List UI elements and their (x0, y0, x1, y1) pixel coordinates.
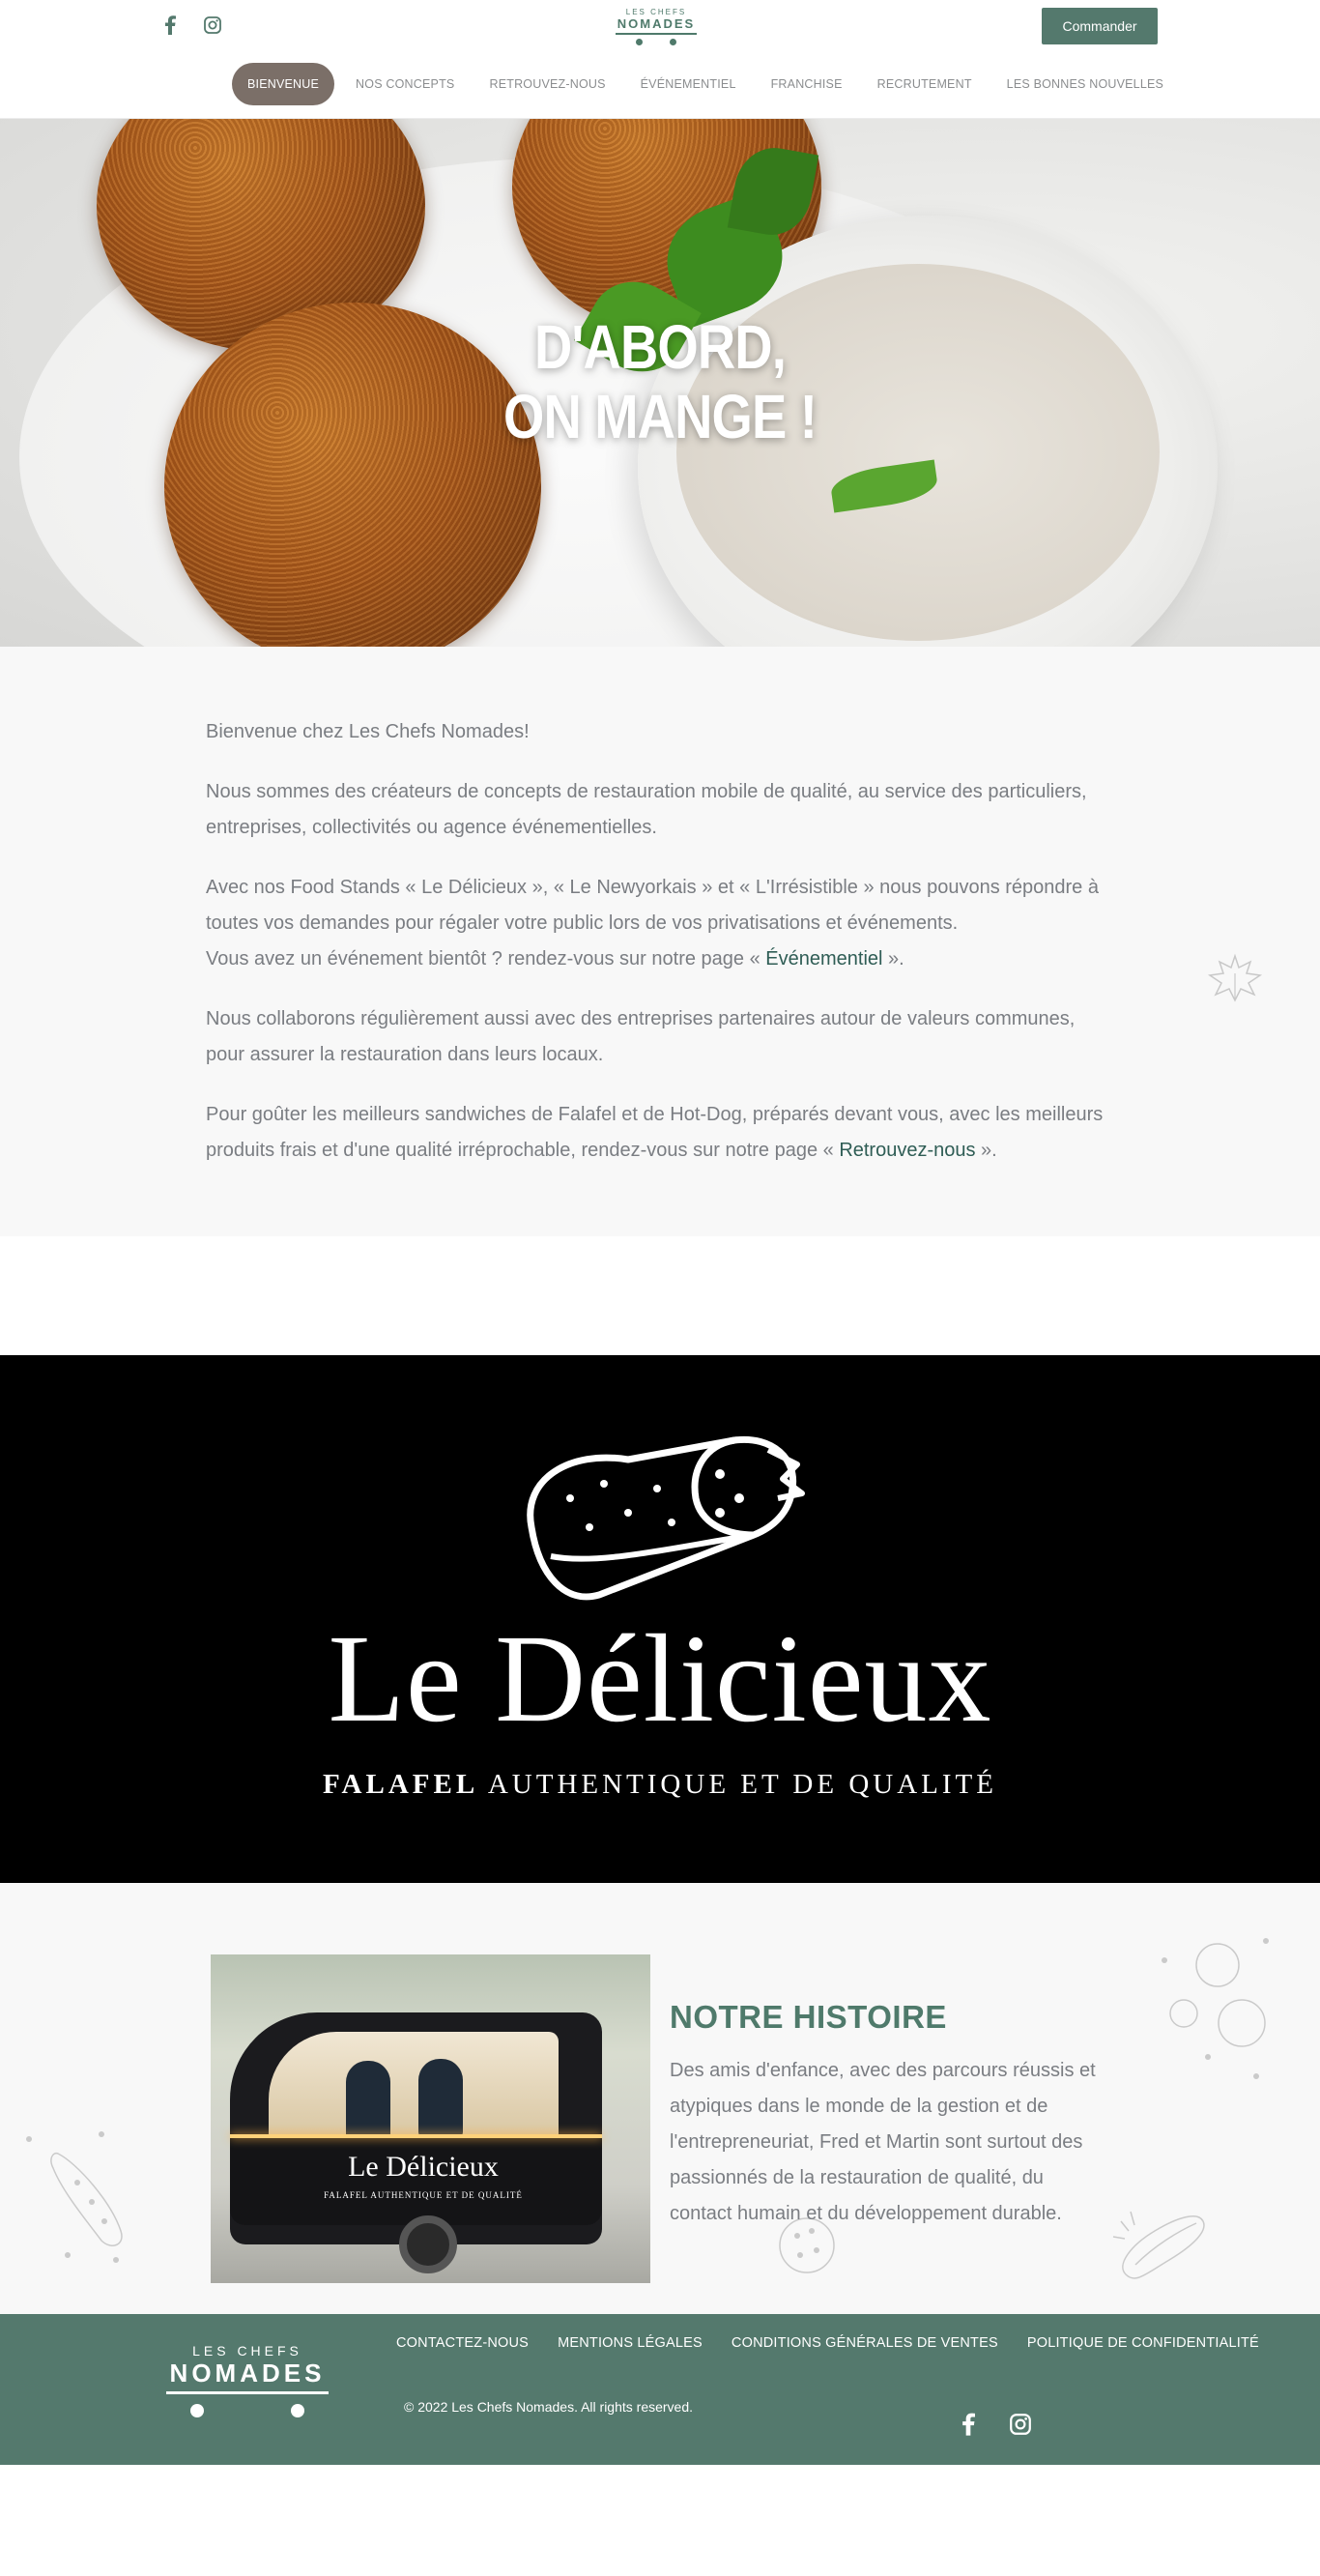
food-truck-photo: Le Délicieux FALAFEL AUTHENTIQUE ET DE Q… (211, 1954, 650, 2283)
truck-sublabel: FALAFEL AUTHENTIQUE ET DE QUALITÉ (324, 2190, 523, 2200)
hero-title: D'ABORD, ON MANGE ! (99, 312, 1220, 451)
intro-paragraph: Avec nos Food Stands « Le Délicieux », «… (206, 870, 1114, 977)
footer-social-links (957, 2413, 1032, 2436)
nav-item-bonnes-nouvelles[interactable]: LES BONNES NOUVELLES (990, 63, 1181, 105)
story-section: Le Délicieux FALAFEL AUTHENTIQUE ET DE Q… (0, 1883, 1320, 2314)
truck-label: Le Délicieux (348, 2151, 499, 2183)
hotdog-doodle-icon (1112, 2211, 1205, 2279)
intro-text: Bienvenue chez Les Chefs Nomades! Nous s… (206, 714, 1114, 1193)
instagram-icon[interactable] (1009, 2413, 1032, 2436)
banner-subtitle-rest: AUTHENTIQUE ET DE QUALITÉ (487, 1769, 997, 1800)
truck-led-strip (230, 2134, 602, 2138)
le-delicieux-banner: Le Délicieux FALAFEL AUTHENTIQUE ET DE Q… (0, 1355, 1320, 1883)
facebook-icon[interactable] (159, 14, 181, 36)
logo-bar (616, 33, 697, 35)
intro-event-suffix: ». (882, 948, 904, 970)
footer-logo-bar (166, 2391, 329, 2394)
truck-wheel (399, 2215, 457, 2273)
main-nav: BIENVENUE NOS CONCEPTS RETROUVEZ-NOUS ÉV… (232, 63, 1181, 105)
order-button[interactable]: Commander (1042, 8, 1158, 44)
nav-item-franchise[interactable]: FRANCHISE (754, 63, 860, 105)
footer-logo[interactable]: LES CHEFS NOMADES (164, 2343, 330, 2417)
site-logo[interactable]: LES CHEFS NOMADES (613, 8, 700, 54)
logo-line2: NOMADES (617, 16, 696, 31)
instagram-icon[interactable] (202, 14, 223, 36)
footer-logo-line1: LES CHEFS (192, 2343, 302, 2359)
intro-welcome: Bienvenue chez Les Chefs Nomades! (206, 721, 530, 742)
nav-item-evenementiel[interactable]: ÉVÉNEMENTIEL (623, 63, 754, 105)
intro-food-stands: Avec nos Food Stands « Le Délicieux », «… (206, 877, 1099, 934)
footer-link-contact[interactable]: CONTACTEZ-NOUS (396, 2335, 529, 2351)
truck-window (269, 2032, 559, 2138)
falafel-wrap-icon (527, 1435, 805, 1601)
banner-subtitle: FALAFEL AUTHENTIQUE ET DE QUALITÉ (0, 1769, 1320, 1801)
chef-figure (418, 2059, 463, 2136)
logo-line1: LES CHEFS (625, 8, 687, 16)
nav-item-retrouvez-nous[interactable]: RETROUVEZ-NOUS (472, 63, 622, 105)
nav-item-bienvenue[interactable]: BIENVENUE (232, 63, 335, 105)
retrouvez-nous-link[interactable]: Retrouvez-nous (839, 1140, 975, 1161)
footer-links: CONTACTEZ-NOUS MENTIONS LÉGALES CONDITIO… (396, 2335, 1259, 2351)
site-header: LES CHEFS NOMADES Commander BIENVENUE NO… (0, 0, 1320, 119)
banner-subtitle-bold: FALAFEL (323, 1769, 479, 1800)
sandwich-doodle-icon (26, 2131, 123, 2263)
leaf-doodle-icon (1207, 953, 1263, 1002)
logo-dots (613, 39, 700, 45)
banner-title: Le Délicieux (328, 1609, 992, 1749)
nav-item-recrutement[interactable]: RECRUTEMENT (860, 63, 990, 105)
facebook-icon[interactable] (957, 2413, 980, 2436)
footer-link-mentions[interactable]: MENTIONS LÉGALES (558, 2335, 703, 2351)
footer-link-cgv[interactable]: CONDITIONS GÉNÉRALES DE VENTES (732, 2335, 998, 2351)
intro-paragraph: Nous sommes des créateurs de concepts de… (206, 781, 1087, 838)
tomato-doodle-icon (1162, 1938, 1269, 2079)
story-title: NOTRE HISTOIRE (670, 1999, 947, 2035)
intro-event-prefix: Vous avez un événement bientôt ? rendez-… (206, 948, 766, 970)
intro-section: Bienvenue chez Les Chefs Nomades! Nous s… (0, 647, 1320, 1236)
intro-paragraph: Pour goûter les meilleurs sandwiches de … (206, 1097, 1114, 1169)
footer-link-privacy[interactable]: POLITIQUE DE CONFIDENTIALITÉ (1027, 2335, 1259, 2351)
hero-banner: D'ABORD, ON MANGE ! (0, 119, 1320, 647)
intro-taste-suffix: ». (975, 1140, 997, 1161)
hero-title-line1: D'ABORD, (534, 312, 787, 382)
header-social-links (159, 14, 223, 36)
hero-title-line2: ON MANGE ! (503, 382, 818, 451)
story-text: Des amis d'enfance, avec des parcours ré… (670, 2060, 1096, 2224)
nav-item-nos-concepts[interactable]: NOS CONCEPTS (338, 63, 472, 105)
footer-logo-dots (164, 2404, 330, 2417)
chef-figure (346, 2061, 390, 2138)
intro-paragraph: Nous collaborons régulièrement aussi ave… (206, 1008, 1076, 1065)
footer-logo-line2: NOMADES (169, 2359, 326, 2388)
evenementiel-link[interactable]: Événementiel (765, 948, 882, 970)
copyright: © 2022 Les Chefs Nomades. All rights res… (404, 2399, 694, 2415)
site-footer: LES CHEFS NOMADES CONTACTEZ-NOUS MENTION… (0, 2314, 1320, 2465)
